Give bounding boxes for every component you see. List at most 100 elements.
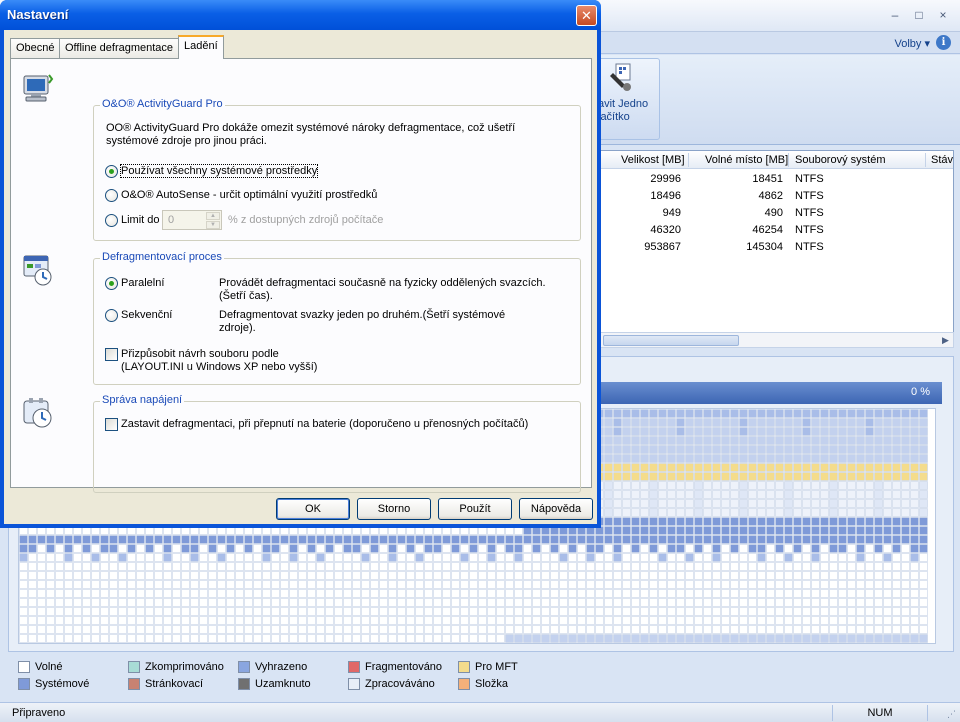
defrag-process-icon xyxy=(23,255,52,286)
cancel-button[interactable]: Storno xyxy=(357,498,431,520)
legend-swatch xyxy=(458,661,470,673)
resize-grip-icon[interactable]: ⋰ xyxy=(947,709,956,720)
dialog-body: Obecné Offline defragmentace Ladění O&O®… xyxy=(4,30,597,524)
cell-free: 145304 xyxy=(746,241,783,253)
spin-up-icon[interactable]: ▲ xyxy=(206,212,220,220)
legend-item: Uzamknuto xyxy=(238,677,311,691)
legend-item: Složka xyxy=(458,677,508,691)
cell-filesystem: NTFS xyxy=(795,173,824,185)
legend-swatch xyxy=(128,661,140,673)
computer-icon xyxy=(23,74,54,102)
power-management-icon xyxy=(23,398,52,428)
sequential-description: Defragmentovat svazky jeden po druhém.(Š… xyxy=(219,309,506,321)
legend-swatch xyxy=(348,661,360,673)
legend-swatch xyxy=(238,661,250,673)
legend-item: Zpracováváno xyxy=(348,677,435,691)
spin-down-icon[interactable]: ▼ xyxy=(206,221,220,229)
tab-general[interactable]: Obecné xyxy=(10,38,61,58)
table-row[interactable]: 18496 4862 NTFS xyxy=(601,188,953,205)
legend: Volné Zkomprimováno Vyhrazeno Fragmentov… xyxy=(8,654,954,700)
sequential-label[interactable]: Sekvenční xyxy=(121,309,172,321)
table-row[interactable]: 949 490 NTFS xyxy=(601,205,953,222)
layout-ini-label-2: (LAYOUT.INI u Windows XP nebo vyšší) xyxy=(121,361,318,373)
col-header-free[interactable]: Volné místo [MB] xyxy=(705,154,788,166)
dialog-close-button[interactable]: ✕ xyxy=(576,5,597,26)
activity-guard-description: OO® ActivityGuard Pro dokáže omezit syst… xyxy=(106,122,516,134)
legend-item: Pro MFT xyxy=(458,660,518,674)
activity-guard-description-2: systémové zdroje pro jinou práci. xyxy=(106,135,267,147)
stop-on-battery-label[interactable]: Zastavit defragmentaci, při přepnutí na … xyxy=(121,418,528,430)
table-row[interactable]: 953867 145304 NTFS xyxy=(601,239,953,256)
parallel-radio[interactable] xyxy=(105,277,118,290)
legend-swatch xyxy=(458,678,470,690)
oneclick-icon xyxy=(610,63,631,91)
volumes-hscrollbar[interactable]: ▶ xyxy=(600,332,954,348)
ok-button[interactable]: OK xyxy=(276,498,350,520)
layout-ini-checkbox[interactable] xyxy=(105,348,118,361)
col-header-filesystem[interactable]: Souborový systém xyxy=(795,154,885,166)
apply-button[interactable]: Použít xyxy=(438,498,512,520)
oneclick-label: avit Jedno lačítko xyxy=(598,98,649,123)
cell-filesystem: NTFS xyxy=(795,224,824,236)
defrag-process-group: Defragmentovací proces Paralelní Provádě… xyxy=(93,251,581,385)
cell-filesystem: NTFS xyxy=(795,241,824,253)
activity-guard-title: O&O® ActivityGuard Pro xyxy=(100,98,225,110)
cell-size: 953867 xyxy=(644,241,681,253)
dialog-title: Nastavení xyxy=(7,7,69,22)
scroll-right-icon[interactable]: ▶ xyxy=(940,335,951,346)
close-icon[interactable]: × xyxy=(936,8,950,22)
limit-radio[interactable] xyxy=(105,214,118,227)
help-button[interactable]: Nápověda xyxy=(519,498,593,520)
activity-guard-group: O&O® ActivityGuard Pro OO® ActivityGuard… xyxy=(93,98,581,241)
legend-swatch xyxy=(128,678,140,690)
cell-size: 18496 xyxy=(650,190,681,202)
use-all-resources-label[interactable]: Používat všechny systémové prostředky xyxy=(119,164,319,178)
parallel-label[interactable]: Paralelní xyxy=(121,277,164,289)
autosense-radio[interactable] xyxy=(105,189,118,202)
limit-label[interactable]: Limit do xyxy=(121,214,160,226)
legend-item: Vyhrazeno xyxy=(238,660,307,674)
cell-free: 4862 xyxy=(758,190,783,202)
sequential-description-2: zdroje). xyxy=(219,322,256,334)
limit-value: 0 xyxy=(168,214,175,226)
legend-item: Systémové xyxy=(18,677,89,691)
tab-offline-defrag[interactable]: Offline defragmentace xyxy=(59,38,180,58)
num-lock-indicator: NUM xyxy=(832,705,928,721)
table-row[interactable]: 29996 18451 NTFS xyxy=(601,171,953,188)
cell-size: 29996 xyxy=(650,173,681,185)
tab-panel-tuning: O&O® ActivityGuard Pro OO® ActivityGuard… xyxy=(10,58,592,493)
restore-icon[interactable]: □ xyxy=(912,8,926,22)
map-progress-label: 0 % xyxy=(911,386,930,398)
cell-size: 949 xyxy=(662,207,681,219)
power-management-title: Správa napájení xyxy=(100,394,185,406)
cell-filesystem: NTFS xyxy=(795,190,824,202)
stop-on-battery-checkbox[interactable] xyxy=(105,418,118,431)
legend-swatch xyxy=(18,661,30,673)
autosense-label[interactable]: O&O® AutoSense - určit optimální využití… xyxy=(121,189,377,201)
legend-item: Volné xyxy=(18,660,63,674)
dialog-titlebar[interactable]: Nastavení ✕ xyxy=(0,0,601,30)
scrollbar-thumb[interactable] xyxy=(603,335,739,346)
col-header-size[interactable]: Velikost [MB] xyxy=(621,154,685,166)
options-menu[interactable]: Volby ▾ xyxy=(895,37,931,50)
legend-item: Zkomprimováno xyxy=(128,660,224,674)
parallel-description: Provádět defragmentaci současně na fyzic… xyxy=(219,277,546,289)
cell-free: 18451 xyxy=(752,173,783,185)
table-row[interactable]: 46320 46254 NTFS xyxy=(601,222,953,239)
limit-spinner[interactable]: 0 ▲ ▼ xyxy=(162,210,222,230)
cell-free: 46254 xyxy=(752,224,783,236)
use-all-resources-radio[interactable] xyxy=(105,165,118,178)
help-icon[interactable]: i xyxy=(936,35,951,50)
cell-filesystem: NTFS xyxy=(795,207,824,219)
volumes-table-header: Velikost [MB] Volné místo [MB] Souborový… xyxy=(601,151,953,169)
sequential-radio[interactable] xyxy=(105,309,118,322)
legend-item: Stránkovací xyxy=(128,677,203,691)
legend-swatch xyxy=(238,678,250,690)
col-header-status[interactable]: Stáv xyxy=(931,154,953,166)
legend-swatch xyxy=(18,678,30,690)
layout-ini-label[interactable]: Přizpůsobit návrh souboru podle xyxy=(121,348,279,360)
status-text: Připraveno xyxy=(12,707,66,719)
tab-tuning[interactable]: Ladění xyxy=(178,35,224,59)
volumes-table[interactable]: Velikost [MB] Volné místo [MB] Souborový… xyxy=(600,150,954,348)
minimize-icon[interactable]: – xyxy=(888,8,902,22)
